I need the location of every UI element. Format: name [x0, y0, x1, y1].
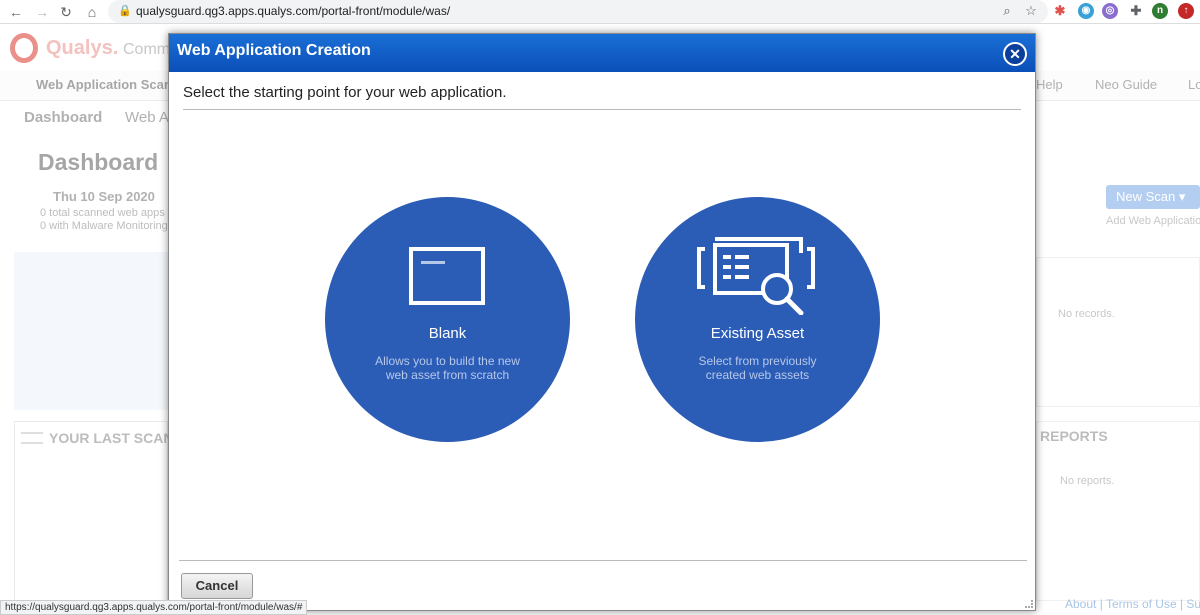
web-app-creation-dialog: Web Application Creation ✕ Select the st… — [168, 33, 1036, 611]
dialog-title: Web Application Creation — [177, 42, 371, 59]
home-icon[interactable]: ⌂ — [82, 2, 102, 22]
option-blank-description: Allows you to build the new web asset fr… — [375, 354, 520, 382]
star-icon[interactable]: ☆ — [1022, 2, 1040, 20]
option-existing-asset[interactable]: Existing Asset Select from previously cr… — [635, 197, 880, 442]
back-icon[interactable]: ← — [6, 2, 26, 22]
puzzle-icon[interactable]: ✚ — [1128, 3, 1144, 19]
divider — [183, 109, 1021, 110]
resize-grip-icon[interactable] — [1025, 600, 1033, 608]
dialog-prompt: Select the starting point for your web a… — [183, 84, 507, 101]
lock-icon: 🔒 — [118, 5, 132, 17]
address-bar[interactable]: 🔒 qualysguard.qg3.apps.qualys.com/portal… — [108, 0, 1048, 23]
extension-icon[interactable]: ◎ — [1102, 3, 1118, 19]
blank-page-icon — [409, 247, 485, 305]
zoom-icon[interactable]: ⌕ — [998, 2, 1016, 20]
reload-icon[interactable]: ↻ — [56, 2, 76, 22]
asset-search-icon — [697, 237, 815, 315]
close-icon[interactable]: ✕ — [1003, 42, 1027, 66]
url-text: qualysguard.qg3.apps.qualys.com/portal-f… — [136, 4, 451, 18]
option-blank-label: Blank — [428, 325, 467, 342]
profile-avatar[interactable]: n — [1152, 3, 1168, 19]
update-icon[interactable]: ↑ — [1178, 3, 1194, 19]
browser-toolbar: ← → ↻ ⌂ 🔒 qualysguard.qg3.apps.qualys.co… — [0, 0, 1200, 24]
extension-icon[interactable]: ✱ — [1052, 3, 1068, 19]
option-blank[interactable]: Blank Allows you to build the new web as… — [325, 197, 570, 442]
status-bar-url: https://qualysguard.qg3.apps.qualys.com/… — [0, 600, 308, 615]
option-existing-asset-label: Existing Asset — [710, 325, 805, 342]
forward-icon[interactable]: → — [32, 2, 52, 22]
divider — [179, 560, 1027, 561]
extension-icon[interactable]: ◉ — [1078, 3, 1094, 19]
dialog-header: Web Application Creation ✕ — [169, 34, 1035, 72]
option-existing-asset-description: Select from previously created web asset… — [698, 354, 817, 382]
cancel-button[interactable]: Cancel — [181, 573, 253, 599]
